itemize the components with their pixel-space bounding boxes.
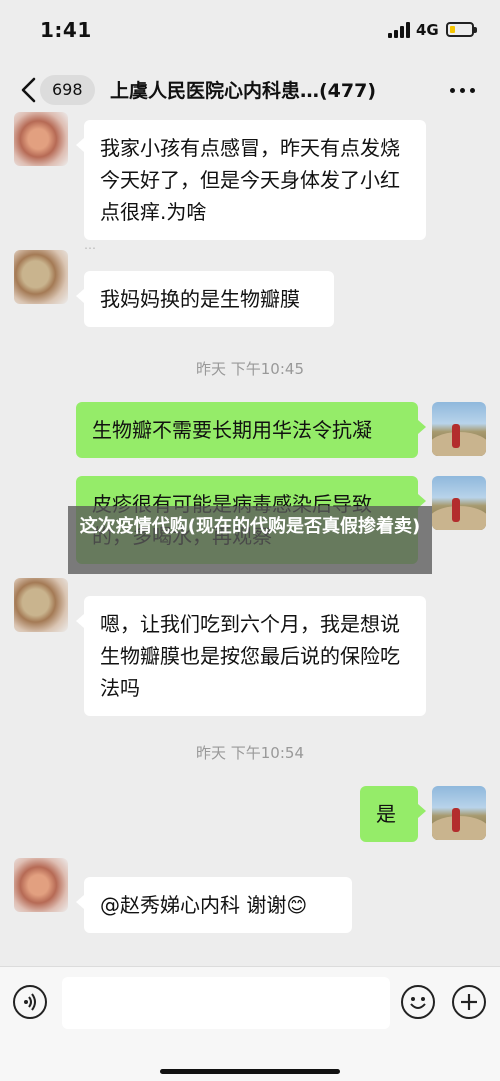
home-indicator: [160, 1069, 340, 1074]
avatar[interactable]: [14, 112, 68, 166]
battery-level: [450, 26, 455, 33]
message-bubble: 我家小孩有点感冒，昨天有点发烧今天好了，但是今天身体发了小红点很痒.为啥: [76, 120, 426, 240]
emoji-icon[interactable]: [401, 985, 435, 1019]
signal-icon: [388, 22, 410, 38]
plus-icon[interactable]: [452, 985, 486, 1019]
message-bubble: 是: [360, 786, 426, 842]
message-text: 生物瓣不需要长期用华法令抗凝: [92, 418, 372, 442]
avatar[interactable]: [432, 476, 486, 530]
message-text: @赵秀娣心内科 谢谢😊: [100, 893, 308, 917]
chat-title: 上虞人民医院心内科患…(477): [110, 80, 377, 102]
chevron-left-icon[interactable]: [18, 76, 40, 104]
message-bubble: 生物瓣不需要长期用华法令抗凝: [76, 402, 426, 458]
unread-count-badge[interactable]: 698: [40, 75, 95, 105]
avatar[interactable]: [14, 858, 68, 912]
avatar[interactable]: [432, 402, 486, 456]
sender-name: …: [84, 238, 96, 252]
message-text: 我妈妈换的是生物瓣膜: [100, 287, 300, 311]
avatar[interactable]: [432, 786, 486, 840]
time-separator: 昨天 下午10:54: [196, 744, 304, 762]
message-text: 是: [376, 802, 396, 826]
message-text: 我家小孩有点感冒，昨天有点发烧今天好了，但是今天身体发了小红点很痒.为啥: [100, 136, 400, 224]
more-dots-icon[interactable]: [450, 88, 476, 94]
message-bubble: 嗯，让我们吃到六个月，我是想说生物瓣膜也是按您最后说的保险吃法吗: [76, 596, 426, 716]
message-bubble: @赵秀娣心内科 谢谢😊: [76, 877, 352, 933]
avatar[interactable]: [14, 578, 68, 632]
battery-icon: [446, 22, 477, 37]
status-bar: 1:41 4G: [0, 0, 500, 62]
voice-icon[interactable]: [13, 985, 47, 1019]
status-time: 1:41: [40, 18, 92, 42]
network-type: 4G: [416, 21, 439, 39]
message-input[interactable]: [62, 977, 390, 1029]
time-separator: 昨天 下午10:45: [196, 360, 304, 378]
nav-bar: 698 上虞人民医院心内科患…(477): [0, 62, 500, 118]
message-bubble: 我妈妈换的是生物瓣膜: [76, 271, 334, 327]
message-text: 嗯，让我们吃到六个月，我是想说生物瓣膜也是按您最后说的保险吃法吗: [100, 612, 400, 700]
watermark-caption: 这次疫情代购(现在的代购是否真假掺着卖): [68, 506, 432, 574]
input-bar: [0, 966, 500, 1081]
avatar[interactable]: [14, 250, 68, 304]
